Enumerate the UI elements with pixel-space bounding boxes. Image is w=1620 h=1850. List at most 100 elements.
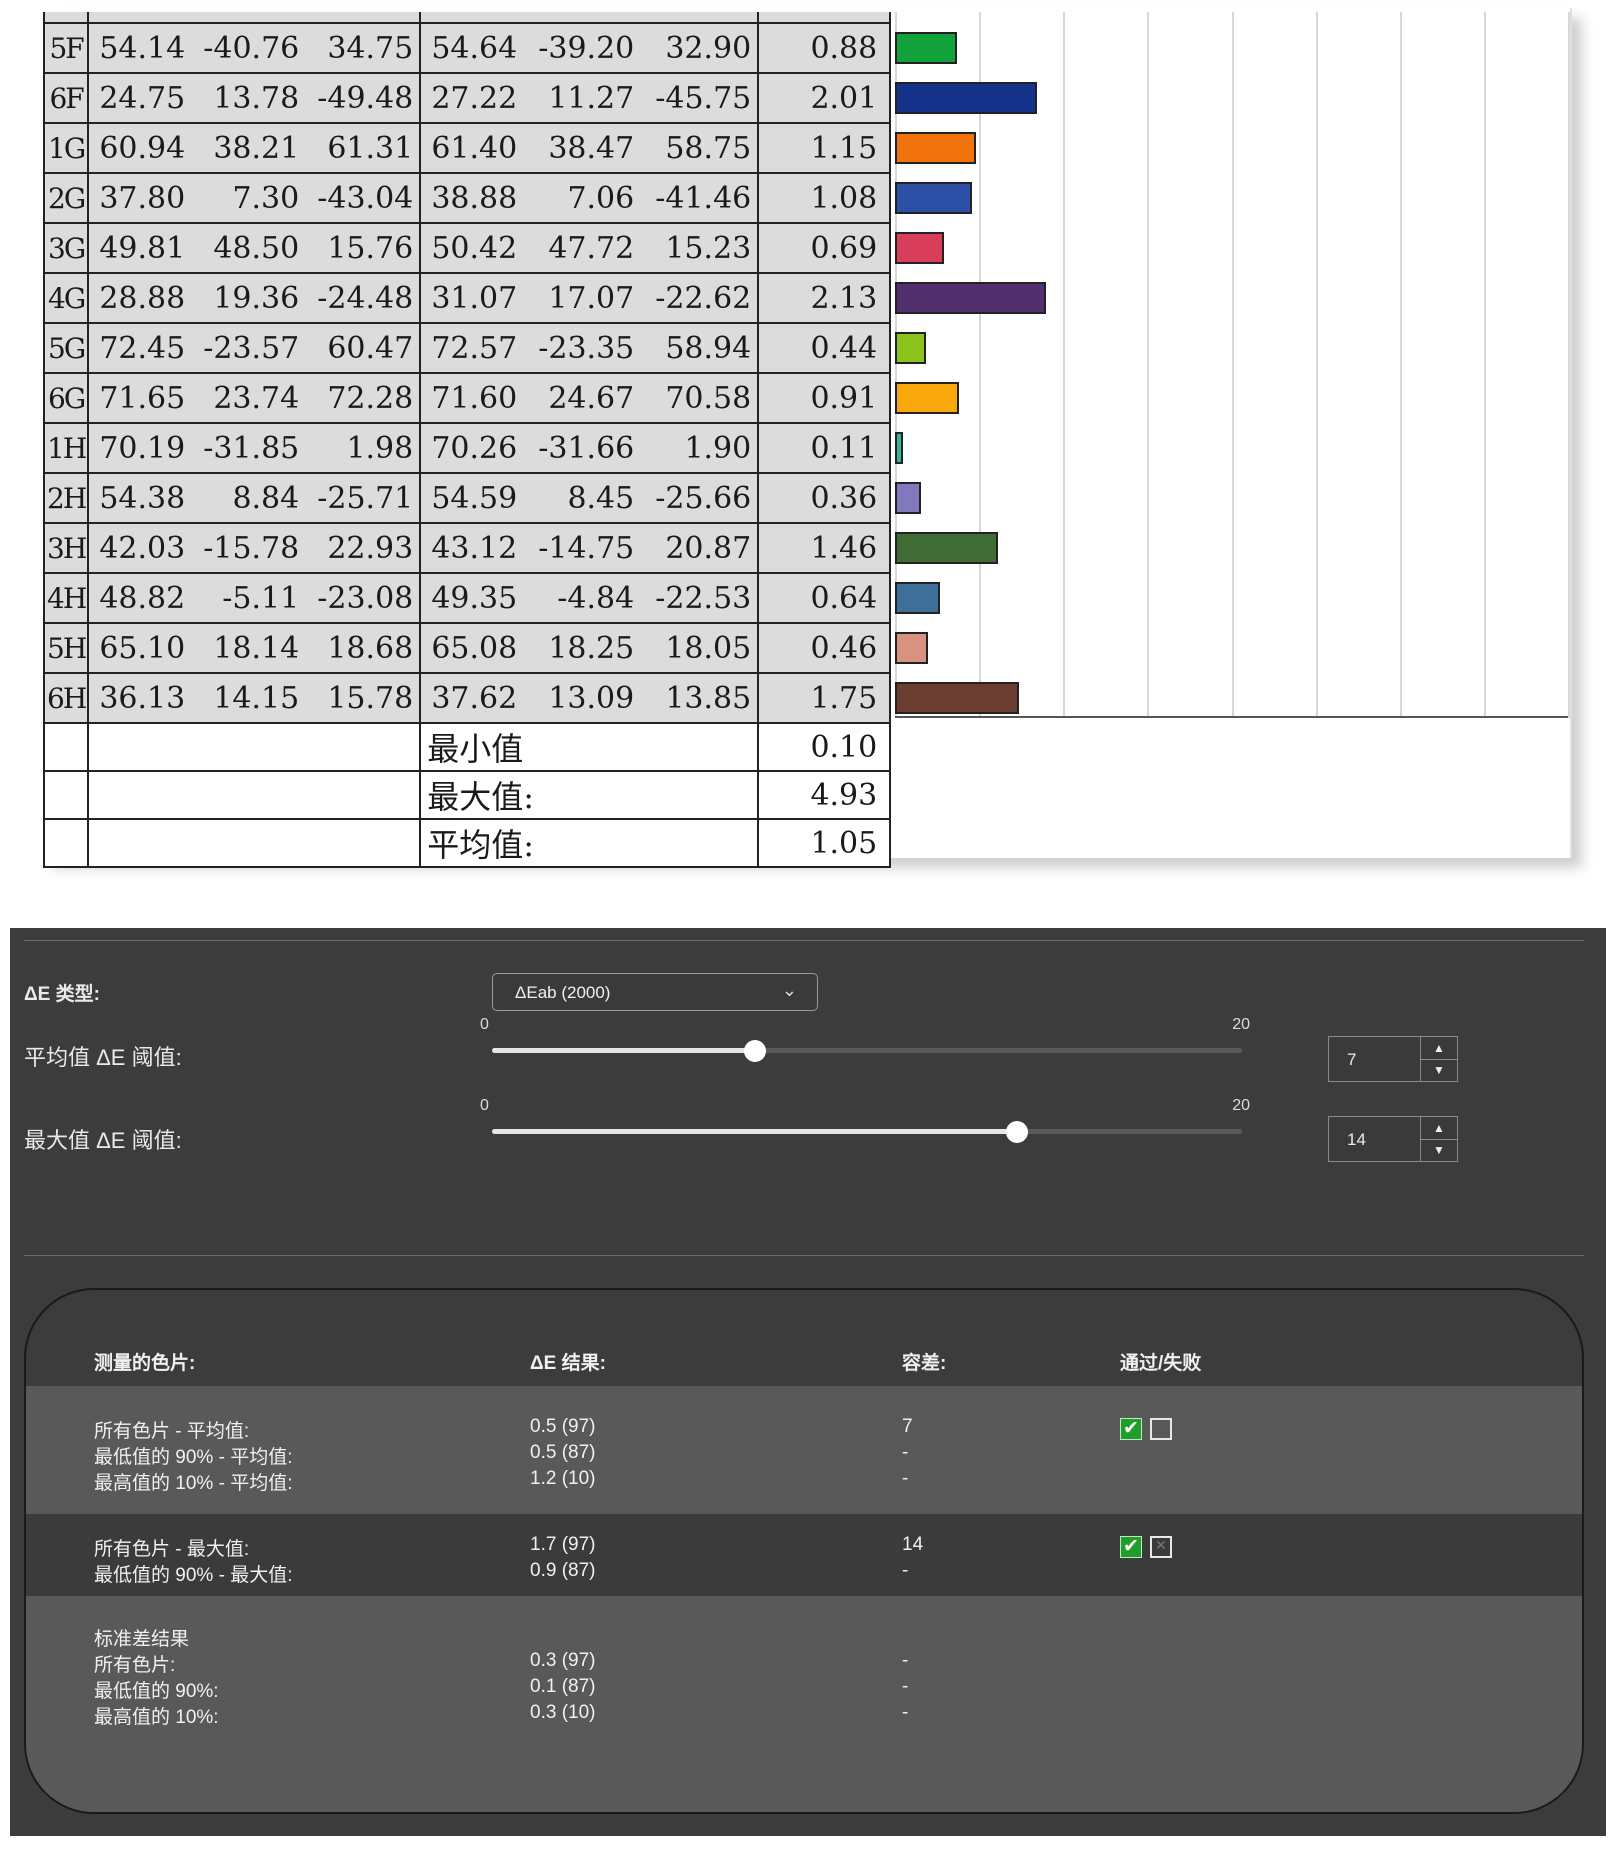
arrow-up-icon[interactable]: ▲	[1421, 1037, 1457, 1060]
patch-id: 4G	[42, 272, 90, 324]
lab-value: 8.84	[232, 480, 300, 516]
measured-lab: 72.57 -23.35 58.94	[419, 322, 760, 374]
slider-handle[interactable]	[1006, 1121, 1028, 1143]
result-group-std-dev: 标准差结果 所有色片: 最低值的 90%: 最高值的 10%: 0.3 (97)…	[26, 1596, 1582, 1812]
lab-value: -23.57	[203, 330, 300, 366]
measured-lab: 38.88 7.06 -41.46	[419, 172, 760, 224]
pass-checkbox	[1120, 1417, 1142, 1440]
table-row: 1G 60.94 38.21 61.31 61.40 38.47 58.75 1.15	[42, 122, 892, 174]
result-label: 所有色片 - 最大值:	[94, 1539, 250, 1560]
tolerance-value: -	[902, 1676, 909, 1697]
avg-threshold-slider[interactable]: 0 20	[480, 1016, 1250, 1064]
lab-value: 22.93	[327, 530, 414, 566]
lab-value: 43.12	[431, 530, 518, 566]
empty-cell	[42, 722, 90, 772]
empty-cell	[42, 818, 90, 868]
patch-id: 3G	[42, 222, 90, 274]
empty-cell	[87, 770, 422, 820]
delta-e-bar-chart	[895, 12, 1570, 718]
result-label: 所有色片 - 平均值:	[94, 1421, 250, 1442]
spinbox-value[interactable]: 7	[1347, 1050, 1356, 1070]
result-value: 0.9 (87)	[530, 1560, 596, 1581]
result-label: 最低值的 90% - 平均值:	[94, 1447, 293, 1468]
table-row: 4H 48.82 -5.11 -23.08 49.35 -4.84 -22.53 0.64	[42, 572, 892, 624]
results-header: 测量的色片: ΔE 结果: 容差: 通过/失败	[26, 1290, 1582, 1386]
lab-value: -49.48	[317, 80, 414, 116]
reference-lab: 42.03 -15.78 22.93	[87, 522, 422, 574]
slider-fill	[492, 1129, 1017, 1134]
table-row: 1H 70.19 -31.85 1.98 70.26 -31.66 1.90 0.11	[42, 422, 892, 474]
delta-e-value: 0.46	[757, 622, 892, 674]
lab-value: -14.75	[538, 530, 635, 566]
table-row: 6H 36.13 14.15 15.78 37.62 13.09 13.85 1.75	[42, 672, 892, 724]
lab-value: 27.22	[431, 80, 518, 116]
lab-values: 54.38 8.84 -25.71	[89, 481, 419, 516]
slider-max: 20	[1232, 1097, 1250, 1114]
delta-e-value: 2.13	[757, 272, 892, 324]
spinbox-value[interactable]: 14	[1347, 1130, 1366, 1150]
chart-axis	[895, 716, 1568, 718]
summary-label: 最大值:	[419, 770, 760, 820]
divider	[24, 940, 1584, 941]
lab-value: -23.35	[538, 330, 635, 366]
cell	[42, 12, 90, 24]
patch-id: 3H	[42, 522, 90, 574]
delta-e-bar	[895, 182, 972, 214]
lab-value: 7.30	[232, 180, 300, 216]
max-threshold-spinbox[interactable]: 14 ▲ ▼	[1328, 1116, 1458, 1162]
arrow-down-icon[interactable]: ▼	[1421, 1059, 1457, 1081]
reference-lab: 54.38 8.84 -25.71	[87, 472, 422, 524]
cell	[419, 12, 760, 24]
lab-value: -41.46	[655, 180, 752, 216]
lab-value: 54.14	[99, 30, 186, 66]
delta-e-value: 0.64	[757, 572, 892, 624]
max-threshold-slider[interactable]: 0 20	[480, 1097, 1250, 1145]
lab-value: -43.04	[317, 180, 414, 216]
delta-e-value: 0.36	[757, 472, 892, 524]
lab-value: -5.11	[222, 580, 300, 616]
reference-lab: 37.80 7.30 -43.04	[87, 172, 422, 224]
lab-value: -31.66	[538, 430, 635, 466]
reference-lab: 24.75 13.78 -49.48	[87, 72, 422, 124]
result-group-average: 所有色片 - 平均值: 最低值的 90% - 平均值: 最高值的 10% - 平…	[26, 1386, 1582, 1514]
arrow-up-icon[interactable]: ▲	[1421, 1117, 1457, 1140]
tolerance-value: -	[902, 1468, 909, 1489]
lab-values: 36.13 14.15 15.78	[89, 681, 419, 716]
measured-lab: 71.60 24.67 70.58	[419, 372, 760, 424]
lab-values: 31.07 17.07 -22.62	[421, 281, 757, 316]
result-label: 最低值的 90%:	[94, 1681, 219, 1702]
patch-id: 6G	[42, 372, 90, 424]
patch-id: 4H	[42, 572, 90, 624]
measured-lab: 70.26 -31.66 1.90	[419, 422, 760, 474]
arrow-down-icon[interactable]: ▼	[1421, 1139, 1457, 1161]
slider-min: 0	[480, 1016, 489, 1033]
slider-handle[interactable]	[743, 1040, 766, 1062]
tolerance-value: 14	[902, 1534, 924, 1555]
delta-e-bar	[895, 632, 928, 664]
delta-e-value: 1.08	[757, 172, 892, 224]
measured-lab: 49.35 -4.84 -22.53	[419, 572, 760, 624]
lab-values: 61.40 38.47 58.75	[421, 131, 757, 166]
avg-threshold-label: 平均值 ΔE 阈值:	[24, 1045, 182, 1070]
tolerance-value: -	[902, 1650, 909, 1671]
lab-values: 70.26 -31.66 1.90	[421, 431, 757, 466]
patch-id: 5G	[42, 322, 90, 374]
delta-e-bar	[895, 32, 958, 64]
lab-value: 49.35	[431, 580, 518, 616]
lab-value: 65.10	[99, 630, 186, 666]
delta-e-bar	[895, 482, 921, 514]
delta-e-value: 0.11	[757, 422, 892, 474]
chart-gridline	[1147, 12, 1149, 718]
result-label: 最高值的 10%:	[94, 1707, 219, 1728]
empty-cell	[87, 722, 422, 772]
lab-values: 27.22 11.27 -45.75	[421, 81, 757, 116]
table-row: 6G 71.65 23.74 72.28 71.60 24.67 70.58 0.91	[42, 372, 892, 424]
avg-threshold-spinbox[interactable]: 7 ▲ ▼	[1328, 1036, 1458, 1082]
lab-value: 38.88	[431, 180, 518, 216]
de-type-dropdown[interactable]: ΔEab (2000) ⌄	[492, 973, 818, 1011]
delta-e-value: 1.75	[757, 672, 892, 724]
table-row: 5G 72.45 -23.57 60.47 72.57 -23.35 58.94 0.44	[42, 322, 892, 374]
lab-value: 24.67	[548, 380, 635, 416]
lab-value: 15.78	[327, 680, 414, 716]
lab-values: 43.12 -14.75 20.87	[421, 531, 757, 566]
